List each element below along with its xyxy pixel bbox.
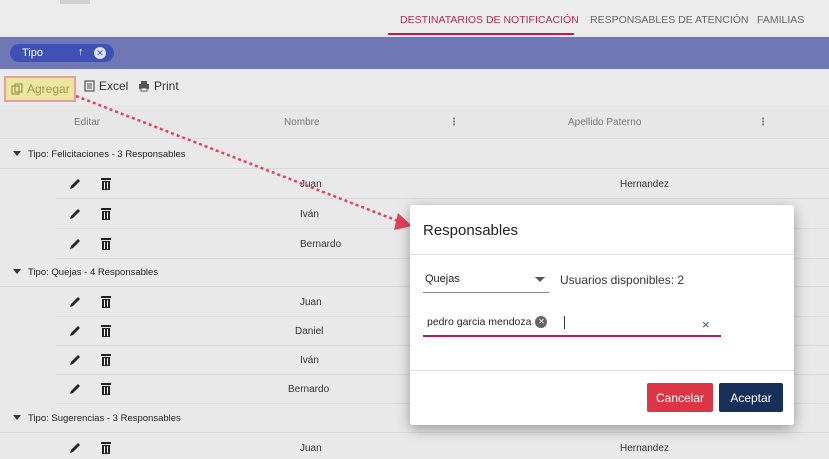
- caret-down-icon[interactable]: [13, 415, 21, 420]
- group-chip-label: Tipo: [22, 47, 43, 59]
- selected-user-chip-label: pedro garcia mendoza: [427, 316, 532, 328]
- trash-icon[interactable]: [100, 382, 112, 396]
- cell-apellido-paterno: Hernandez: [620, 443, 669, 454]
- trash-icon[interactable]: [100, 353, 112, 367]
- tab-strip-decoration: [60, 0, 90, 4]
- trash-icon[interactable]: [100, 441, 112, 455]
- dialog-title: Responsables: [423, 222, 519, 239]
- clear-icon[interactable]: ×: [702, 317, 710, 332]
- pencil-icon[interactable]: [68, 324, 82, 338]
- trash-icon[interactable]: [100, 207, 112, 221]
- group-row-label: Tipo: Quejas - 4 Responsables: [28, 267, 159, 278]
- close-icon[interactable]: ✕: [94, 47, 106, 59]
- print-button-label: Print: [154, 79, 179, 93]
- tab-familias[interactable]: FAMILIAS: [757, 14, 804, 26]
- pencil-icon[interactable]: [68, 441, 82, 455]
- tab-destinatarios-notificacion[interactable]: DESTINATARIOS DE NOTIFICACIÓN: [400, 14, 579, 26]
- pencil-icon[interactable]: [68, 382, 82, 396]
- add-record-icon: [11, 83, 23, 95]
- trash-icon[interactable]: [100, 324, 112, 338]
- cell-nombre: Bernardo: [300, 239, 342, 250]
- caret-down-icon[interactable]: [13, 151, 21, 156]
- caret-down-icon[interactable]: [13, 269, 21, 274]
- remove-chip-icon[interactable]: ✕: [535, 316, 548, 328]
- print-button[interactable]: Print: [138, 79, 179, 93]
- column-header-apellido-paterno[interactable]: Apellido Paterno: [568, 117, 641, 128]
- cell-nombre: Juan: [300, 297, 322, 308]
- excel-button[interactable]: Excel: [84, 79, 128, 93]
- trash-icon[interactable]: [100, 295, 112, 309]
- column-header-nombre[interactable]: Nombre: [284, 117, 320, 128]
- group-by-bar: Tipo ↑ ✕: [0, 37, 829, 69]
- column-menu-icon[interactable]: ⋮: [449, 117, 459, 128]
- cell-nombre: Iván: [300, 355, 319, 366]
- tab-responsables-atencion[interactable]: RESPONSABLES DE ATENCIÓN: [590, 14, 749, 26]
- pencil-icon[interactable]: [68, 177, 82, 191]
- tipo-select[interactable]: Quejas: [423, 271, 549, 293]
- table-row: Juan Hernandez: [56, 169, 829, 199]
- print-icon: [139, 81, 149, 92]
- cell-nombre: Daniel: [295, 326, 324, 337]
- grid-header: Editar Nombre ⋮ Apellido Paterno ⋮: [0, 105, 829, 139]
- column-menu-icon[interactable]: ⋮: [758, 117, 768, 128]
- cell-nombre: Bernardo: [288, 384, 330, 395]
- excel-button-label: Excel: [99, 79, 129, 93]
- available-users-text: Usuarios disponibles: 2: [560, 273, 685, 287]
- column-header-editar[interactable]: Editar: [74, 117, 100, 128]
- excel-icon: [84, 80, 95, 92]
- pencil-icon[interactable]: [68, 353, 82, 367]
- pencil-icon[interactable]: [68, 237, 82, 251]
- divider: [410, 254, 794, 255]
- tab-bar: DESTINATARIOS DE NOTIFICACIÓN RESPONSABL…: [0, 0, 829, 36]
- text-cursor: [564, 316, 565, 329]
- add-button[interactable]: Agregar: [4, 76, 76, 102]
- active-tab-indicator: [388, 33, 574, 35]
- group-row-label: Tipo: Felicitaciones - 3 Responsables: [28, 149, 186, 160]
- responsables-dialog: Responsables Quejas Usuarios disponibles…: [410, 205, 794, 425]
- group-row-label: Tipo: Sugerencias - 3 Responsables: [28, 413, 181, 424]
- users-multiselect-input[interactable]: pedro garcia mendoza ✕ ×: [423, 311, 721, 337]
- divider: [410, 370, 794, 371]
- cancel-button[interactable]: Cancelar: [647, 383, 713, 412]
- group-row-felicitaciones[interactable]: Tipo: Felicitaciones - 3 Responsables: [0, 140, 829, 169]
- selected-user-chip[interactable]: pedro garcia mendoza ✕: [427, 316, 548, 328]
- cell-nombre: Juan: [300, 179, 322, 190]
- arrow-up-icon[interactable]: ↑: [78, 46, 84, 58]
- grid-toolbar: Agregar Excel Print: [0, 69, 829, 105]
- group-chip-tipo[interactable]: Tipo ↑ ✕: [10, 44, 114, 62]
- select-value: Quejas: [425, 273, 460, 285]
- cell-apellido-paterno: Hernandez: [620, 179, 669, 190]
- trash-icon[interactable]: [100, 177, 112, 191]
- accept-button[interactable]: Aceptar: [719, 383, 783, 412]
- chevron-down-icon[interactable]: [535, 277, 545, 282]
- trash-icon[interactable]: [100, 237, 112, 251]
- add-button-label: Agregar: [27, 82, 70, 96]
- table-row: Juan Hernandez: [56, 433, 829, 459]
- cell-nombre: Juan: [300, 443, 322, 454]
- pencil-icon[interactable]: [68, 295, 82, 309]
- pencil-icon[interactable]: [68, 207, 82, 221]
- cell-nombre: Iván: [300, 209, 319, 220]
